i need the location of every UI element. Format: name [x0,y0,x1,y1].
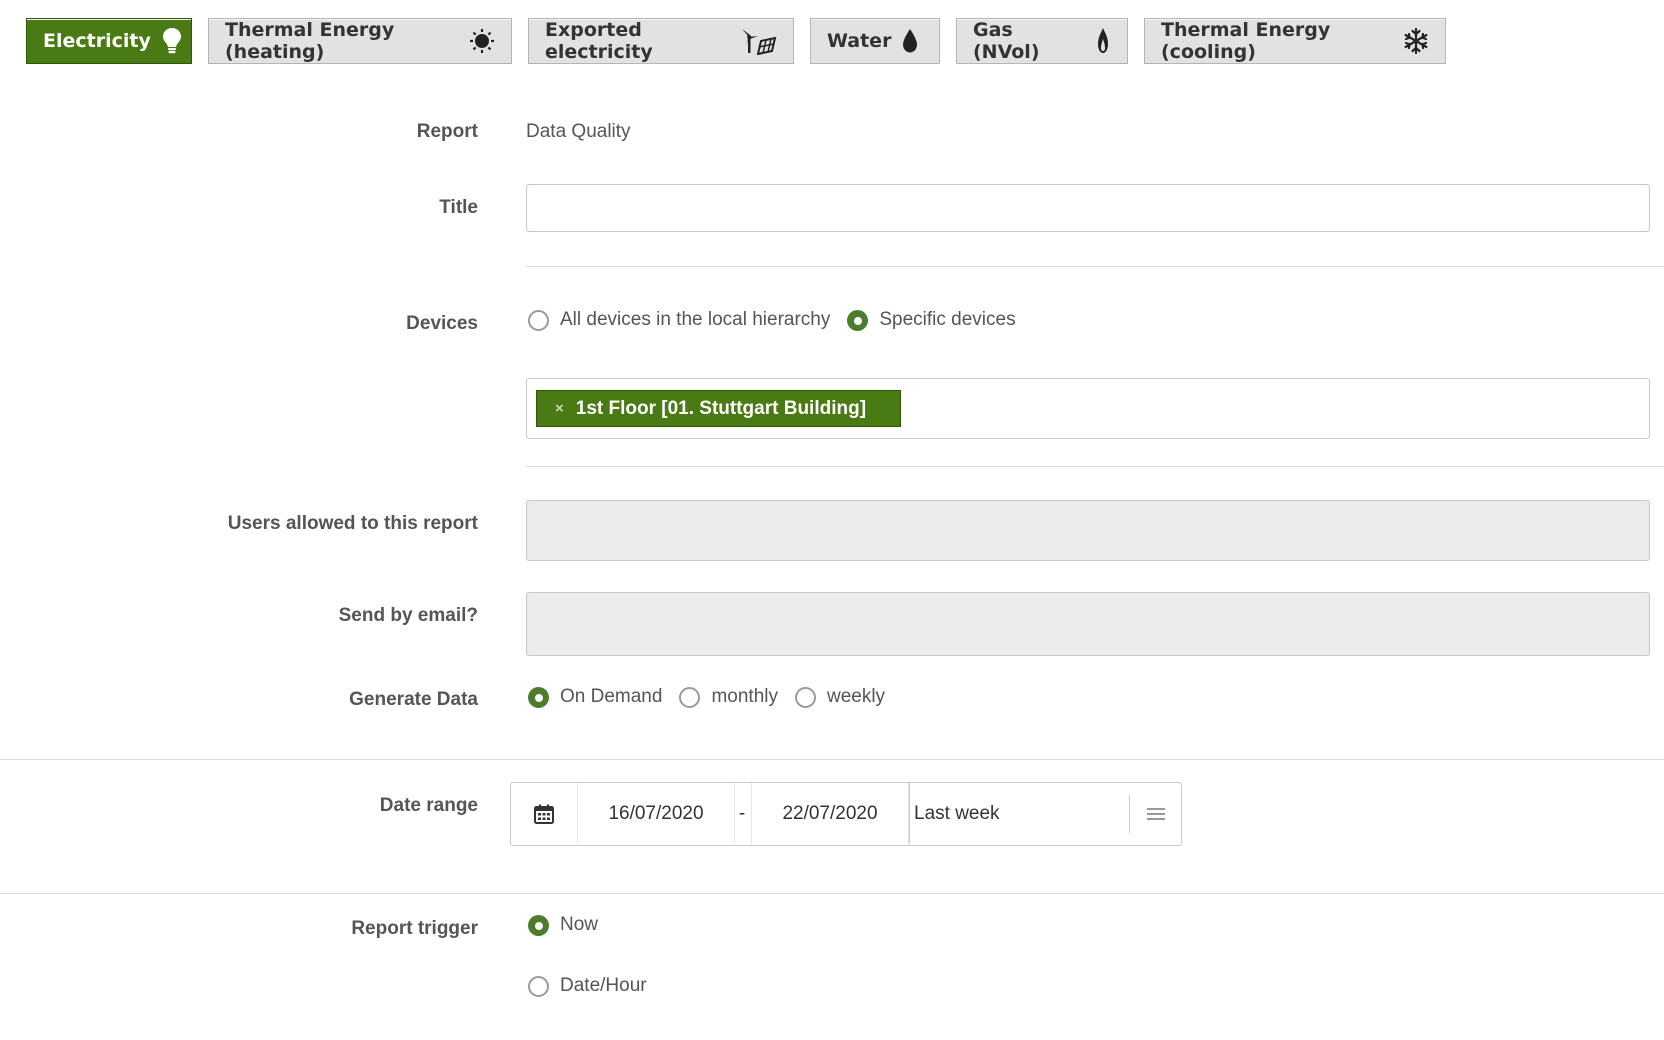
email-field [526,592,1650,656]
title-label: Title [439,197,478,218]
radio-date-hour[interactable]: Date/Hour [528,975,647,997]
lightbulb-icon [161,27,183,55]
trigger-radio-now-row: Now [528,914,615,936]
devices-radio-group: All devices in the local hierarchy Speci… [528,309,1033,331]
generate-label: Generate Data [349,689,478,710]
users-field [526,500,1650,561]
chip-remove-icon[interactable]: × [555,400,564,417]
tab-label: Thermal Energy (cooling) [1161,19,1331,63]
divider [526,266,1664,267]
calendar-icon[interactable] [511,783,577,844]
users-label: Users allowed to this report [227,513,478,534]
flame-icon [1095,27,1111,55]
radio-label: Specific devices [879,309,1016,330]
radio-label: All devices in the local hierarchy [560,309,831,330]
tab-gas[interactable]: Gas (NVol) [956,18,1128,64]
radio-label: Date/Hour [560,975,647,996]
radio-circle [528,975,549,997]
radio-monthly[interactable]: monthly [679,686,778,708]
water-drop-icon [901,28,919,54]
tab-label: Thermal Energy (heating) [225,19,395,63]
date-range-picker: 16/07/2020 - 22/07/2020 Last week [510,782,1182,846]
radio-label: weekly [826,686,886,707]
title-input[interactable] [526,184,1650,232]
radio-on-demand[interactable]: On Demand [528,686,662,708]
preset-label: Last week [914,802,1000,824]
radio-weekly[interactable]: weekly [794,686,886,708]
tab-label: Gas (NVol) [973,19,1040,63]
wind-solar-icon [739,27,777,55]
sun-icon [469,28,495,54]
tab-exported-electricity[interactable]: Exported electricity [528,18,794,64]
devices-label: Devices [406,313,478,334]
radio-label: Now [560,914,599,935]
trigger-radio-datehour-row: Date/Hour [528,975,664,997]
divider [526,466,1664,467]
snowflake-icon [1403,28,1429,54]
radio-circle [847,309,869,331]
radio-circle [679,686,701,708]
divider [0,759,1664,760]
tab-electricity[interactable]: Electricity [26,18,192,64]
radio-label: On Demand [560,686,663,707]
tab-label: Exported electricity [545,19,653,63]
generate-radio-group: On Demand monthly weekly [528,686,902,708]
tab-water[interactable]: Water [810,18,940,64]
tab-label: Water [827,30,892,52]
menu-icon[interactable] [1131,783,1181,844]
tab-label: Electricity [43,30,151,52]
date-range-label: Date range [379,795,478,816]
radio-circle [528,309,549,331]
divider [0,893,1664,894]
report-label: Report [416,121,478,142]
report-value: Data Quality [526,121,631,142]
radio-circle [528,914,549,936]
preset-divider [1129,795,1130,833]
start-date-input[interactable]: 16/07/2020 [577,783,735,844]
email-label: Send by email? [338,605,478,626]
tab-thermal-cooling[interactable]: Thermal Energy (cooling) [1144,18,1446,64]
date-separator: - [738,802,746,824]
end-date-input[interactable]: 22/07/2020 [751,783,909,844]
report-trigger-label: Report trigger [351,918,478,939]
tab-thermal-heating[interactable]: Thermal Energy (heating) [208,18,512,64]
radio-circle [794,686,816,708]
radio-now[interactable]: Now [528,914,598,936]
chip-label: 1st Floor [01. Stuttgart Building] [575,397,867,419]
radio-specific-devices[interactable]: Specific devices [847,309,1016,331]
radio-circle [528,686,549,708]
radio-label: monthly [711,686,778,707]
radio-all-devices[interactable]: All devices in the local hierarchy [528,309,830,331]
device-chip: × 1st Floor [01. Stuttgart Building] [536,390,902,427]
